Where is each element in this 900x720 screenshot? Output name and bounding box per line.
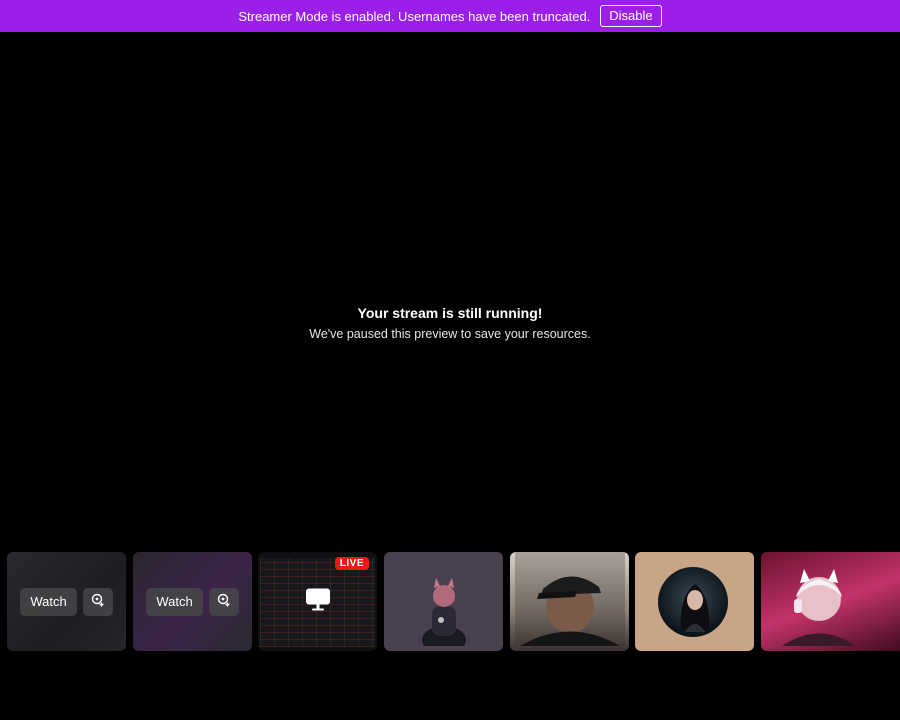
stream-card-camera[interactable] [761, 552, 900, 651]
stream-card-avatar[interactable] [635, 552, 754, 651]
preview-subtitle: We've paused this preview to save your r… [309, 327, 591, 341]
avatar-figure-icon [414, 566, 474, 651]
camera-person-icon [514, 552, 625, 651]
live-badge: LIVE [334, 557, 369, 570]
stream-card-strip: Watch Watch LIVE [7, 552, 900, 652]
card-actions: Watch [133, 552, 252, 651]
banner-message: Streamer Mode is enabled. Usernames have… [238, 8, 591, 24]
paused-preview-message: Your stream is still running! We've paus… [0, 305, 900, 341]
camera-person-icon [774, 552, 864, 651]
streamer-mode-banner: Streamer Mode is enabled. Usernames have… [0, 0, 900, 32]
stream-card-live-screen[interactable]: LIVE [258, 552, 377, 651]
preview-title: Your stream is still running! [357, 305, 543, 321]
watch-button[interactable]: Watch [146, 587, 203, 616]
stream-card-camera[interactable] [510, 552, 629, 651]
stream-card-avatar[interactable] [384, 552, 503, 651]
monitor-icon [305, 587, 331, 616]
disable-streamer-mode-button[interactable]: Disable [600, 5, 662, 27]
stream-card[interactable]: Watch [133, 552, 252, 651]
add-screen-button[interactable] [82, 587, 113, 616]
stream-card[interactable]: Watch [7, 552, 126, 651]
watch-button[interactable]: Watch [20, 587, 77, 616]
add-screen-icon [90, 592, 106, 611]
add-screen-icon [216, 592, 232, 611]
avatar-portrait-icon [675, 572, 715, 637]
add-screen-button[interactable] [208, 587, 239, 616]
card-actions: Watch [7, 552, 126, 651]
